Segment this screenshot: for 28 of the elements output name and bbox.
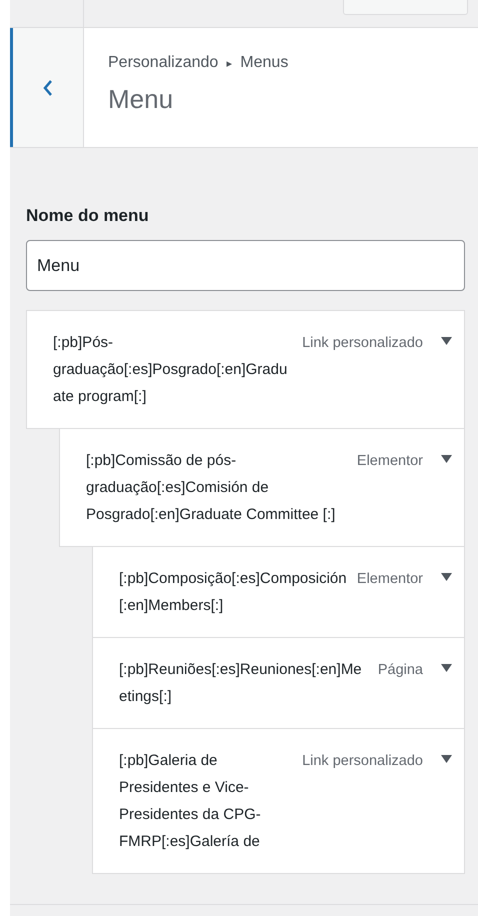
menu-item-type: Link personalizado — [302, 334, 423, 352]
caret-icon[interactable] — [441, 664, 452, 672]
menu-item[interactable]: [:pb]Galeria de Presidentes e Vice-Presidentes da CPG-FMRP[:es]Galería de Link personalizado — [92, 728, 465, 874]
menu-item-title: [:pb]Composição[:es]Composición[:en]Members[:] — [119, 569, 348, 616]
menu-item-title: [:pb]Comissão de pós-graduação[:es]Comisión de Posgrado[:en]Graduate Committee [:] — [86, 451, 336, 525]
menu-item[interactable]: [:pb]Pós-graduação[:es]Posgrado[:en]Graduate program[:] Link personalizado — [26, 310, 465, 429]
menu-item-title: [:pb]Reuniões[:es]Reuniones[:en]Meetings[:] — [119, 660, 363, 707]
caret-icon[interactable] — [441, 336, 452, 344]
menu-item-title: [:pb]Pós-graduação[:es]Posgrado[:en]Graduate program[:] — [53, 333, 288, 407]
caret-icon[interactable] — [441, 572, 452, 580]
menu-item[interactable]: [:pb]Composição[:es]Composición[:en]Members[:] Elementor — [92, 546, 465, 638]
caret-icon[interactable] — [441, 454, 452, 462]
menu-item-type: Link personalizado — [302, 752, 423, 770]
menu-item-type: Página — [378, 660, 423, 680]
menu-item-type: Elementor — [356, 452, 423, 470]
menu-item-type: Elementor — [356, 570, 423, 588]
breadcrumb: Personalizando — [108, 54, 218, 72]
menu-item[interactable]: [:pb]Comissão de pós-graduação[:es]Comisión de Posgrado[:en]Graduate Committee [:] Elementor — [59, 428, 465, 547]
back-icon — [42, 78, 54, 96]
back-button[interactable] — [10, 28, 84, 147]
breadcrumb-current: Menus — [240, 54, 288, 72]
field-label: Nome do menu — [26, 206, 150, 226]
section-title: Menu — [108, 84, 174, 115]
caret-icon[interactable] — [441, 754, 452, 762]
menu-item-title: [:pb]Galeria de Presidentes e Vice-Presidentes da CPG-FMRP[:es]Galería de — [119, 751, 262, 852]
breadcrumb-separator: ▸ — [226, 57, 232, 70]
menu-item[interactable]: [:pb]Reuniões[:es]Reuniones[:en]Meetings[:] Página — [92, 637, 465, 729]
menu-name-field[interactable]: Menu — [26, 240, 465, 291]
